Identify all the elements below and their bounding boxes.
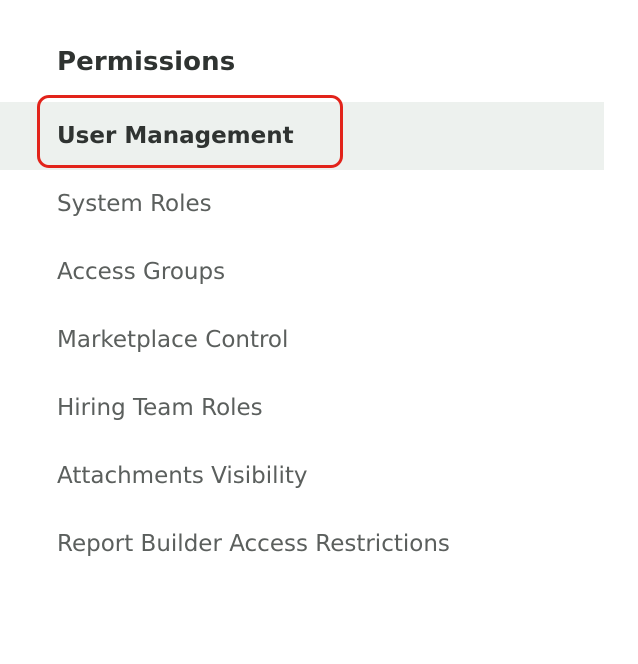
section-title: Permissions (57, 47, 236, 77)
menu-item-access-groups[interactable]: Access Groups (0, 238, 604, 306)
menu-item-label: Hiring Team Roles (57, 395, 263, 421)
menu-item-system-roles[interactable]: System Roles (0, 170, 604, 238)
menu-item-label: Marketplace Control (57, 327, 289, 353)
menu-item-report-builder-access-restrictions[interactable]: Report Builder Access Restrictions (0, 510, 604, 578)
menu-item-label: Report Builder Access Restrictions (57, 531, 450, 557)
menu-item-label: User Management (57, 123, 294, 149)
menu-item-hiring-team-roles[interactable]: Hiring Team Roles (0, 374, 604, 442)
menu-item-user-management[interactable]: User Management (0, 95, 604, 170)
menu-item-label: Attachments Visibility (57, 463, 308, 489)
menu-item-attachments-visibility[interactable]: Attachments Visibility (0, 442, 604, 510)
permissions-menu: User Management System Roles Access Grou… (0, 95, 604, 578)
menu-item-label: System Roles (57, 191, 212, 217)
menu-item-label: Access Groups (57, 259, 226, 285)
menu-item-marketplace-control[interactable]: Marketplace Control (0, 306, 604, 374)
permissions-panel: Permissions User Management System Roles… (0, 0, 638, 664)
